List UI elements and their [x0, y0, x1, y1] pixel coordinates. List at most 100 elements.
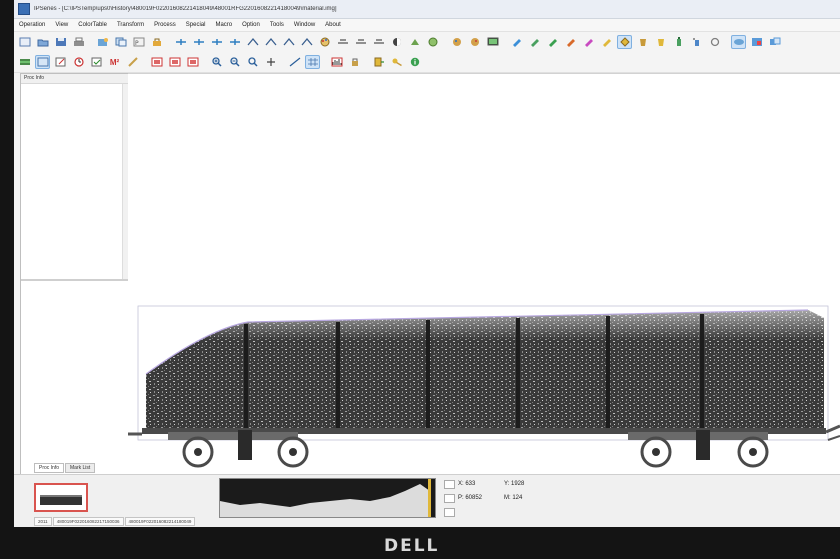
fill-icon-1[interactable] [635, 35, 650, 49]
menu-tools[interactable]: Tools [265, 22, 289, 28]
lock-icon[interactable] [347, 55, 362, 69]
colormap-icon-1[interactable] [509, 35, 524, 49]
print-icon[interactable] [71, 35, 86, 49]
menu-operation[interactable]: Operation [14, 22, 50, 28]
tab-mark-list[interactable]: Mark List [65, 463, 96, 473]
palette-icon-a[interactable] [449, 35, 464, 49]
colormap-icon-3[interactable] [545, 35, 560, 49]
y-coordinate: Y: 1928 [504, 481, 525, 487]
layout-icon-3[interactable] [185, 55, 200, 69]
colormap-icon-4[interactable] [563, 35, 578, 49]
invert-icon[interactable] [389, 35, 404, 49]
bottle-icon[interactable] [671, 35, 686, 49]
bottom-panel: X: 633 Y: 1928 P: 60852 M: 124 2011 4800… [14, 474, 840, 527]
exit-door-icon[interactable] [371, 55, 386, 69]
color-palette-icon[interactable] [317, 35, 332, 49]
transfer-image-icon[interactable] [767, 35, 782, 49]
edge-icon-3[interactable] [281, 35, 296, 49]
svg-text:P: P [135, 40, 139, 47]
frame-image-icon[interactable] [749, 35, 764, 49]
edge-icon-1[interactable] [245, 35, 260, 49]
image-tab[interactable]: 480019F022016082214180049 [124, 517, 196, 526]
menu-option[interactable]: Option [237, 22, 265, 28]
layout-icon-2[interactable] [167, 55, 182, 69]
pixel-readout: X: 633 Y: 1928 P: 60852 M: 124 [444, 478, 564, 517]
contrast-icon-3[interactable] [371, 35, 386, 49]
title-bar: IPSeries - [C:\IPSTemp\ups0\History\4800… [14, 0, 840, 19]
xray-image [128, 305, 840, 468]
rotate-icon[interactable] [707, 35, 722, 49]
emboss-icon[interactable] [425, 35, 440, 49]
stake-post [606, 316, 610, 432]
paint-bucket-icon[interactable] [617, 35, 632, 49]
key-icon[interactable] [389, 55, 404, 69]
open-folder-icon[interactable] [35, 35, 50, 49]
menu-window[interactable]: Window [289, 22, 320, 28]
window-view-icon[interactable] [35, 55, 50, 69]
edge-icon-4[interactable] [299, 35, 314, 49]
menu-about[interactable]: About [320, 22, 346, 28]
colormap-icon-2[interactable] [527, 35, 542, 49]
palette-icon-b[interactable] [467, 35, 482, 49]
thumbnail-preview[interactable] [34, 483, 88, 512]
stake-post [426, 320, 430, 432]
readout-box [444, 480, 455, 489]
image-strip-icon[interactable] [17, 55, 32, 69]
menu-special[interactable]: Special [181, 22, 211, 28]
filter-icon-4[interactable] [227, 35, 242, 49]
new-file-icon[interactable] [17, 35, 32, 49]
clock-icon[interactable] [71, 55, 86, 69]
contrast-icon-2[interactable] [353, 35, 368, 49]
m2-measure-button[interactable]: M² [107, 55, 122, 69]
colormap-icon-6[interactable] [599, 35, 614, 49]
ruler-icon[interactable] [125, 55, 140, 69]
menu-macro[interactable]: Macro [210, 22, 237, 28]
filter-icon-2[interactable] [191, 35, 206, 49]
histogram-view[interactable] [219, 478, 436, 518]
layout-icon-1[interactable] [149, 55, 164, 69]
toolbar-primary: P [14, 32, 840, 53]
edit-icon[interactable] [53, 55, 68, 69]
menu-view[interactable]: View [50, 22, 73, 28]
pg-icon[interactable]: P [131, 35, 146, 49]
image-tab-strip: 2011 480019F022016082217150036 480019F02… [34, 517, 634, 526]
check-icon[interactable] [89, 55, 104, 69]
line-profile-icon[interactable] [287, 55, 302, 69]
spray-icon[interactable] [689, 35, 704, 49]
histogram-icon[interactable] [329, 55, 344, 69]
image-viewport[interactable] [128, 73, 840, 474]
pan-icon[interactable] [263, 55, 278, 69]
sharpen-icon[interactable] [407, 35, 422, 49]
image-tab[interactable]: 2011 [34, 517, 52, 526]
toolbar-secondary: M² [14, 52, 840, 73]
zoom-in-icon[interactable] [209, 55, 224, 69]
contrast-icon-1[interactable] [335, 35, 350, 49]
menu-process[interactable]: Process [149, 22, 181, 28]
edge-icon-2[interactable] [263, 35, 278, 49]
export-icon[interactable] [95, 35, 110, 49]
grid-icon[interactable] [305, 55, 320, 69]
panel-splitter[interactable] [21, 279, 129, 281]
mean-value: M: 124 [504, 495, 523, 501]
menu-transform[interactable]: Transform [112, 22, 149, 28]
stake-post [244, 324, 248, 432]
zoom-fit-icon[interactable] [245, 55, 260, 69]
fill-icon-2[interactable] [653, 35, 668, 49]
filter-icon-1[interactable] [173, 35, 188, 49]
tab-proc-info[interactable]: Proc Info [34, 463, 65, 473]
stake-post [516, 318, 520, 432]
stack-view-icon[interactable] [731, 35, 746, 49]
stake-post [700, 314, 704, 432]
proc-info-panel: Proc Info [20, 73, 130, 475]
info-icon[interactable] [407, 55, 422, 69]
filter-icon-3[interactable] [209, 35, 224, 49]
save-icon[interactable] [53, 35, 68, 49]
colormap-icon-5[interactable] [581, 35, 596, 49]
zoom-out-icon[interactable] [227, 55, 242, 69]
lock-image-icon[interactable] [149, 35, 164, 49]
monitor-view-icon[interactable] [485, 35, 500, 49]
menu-colortable[interactable]: ColorTable [73, 22, 112, 28]
image-tab[interactable]: 480019F022016082217150036 [52, 517, 124, 526]
copy-image-icon[interactable] [113, 35, 128, 49]
readout-box [444, 508, 455, 517]
